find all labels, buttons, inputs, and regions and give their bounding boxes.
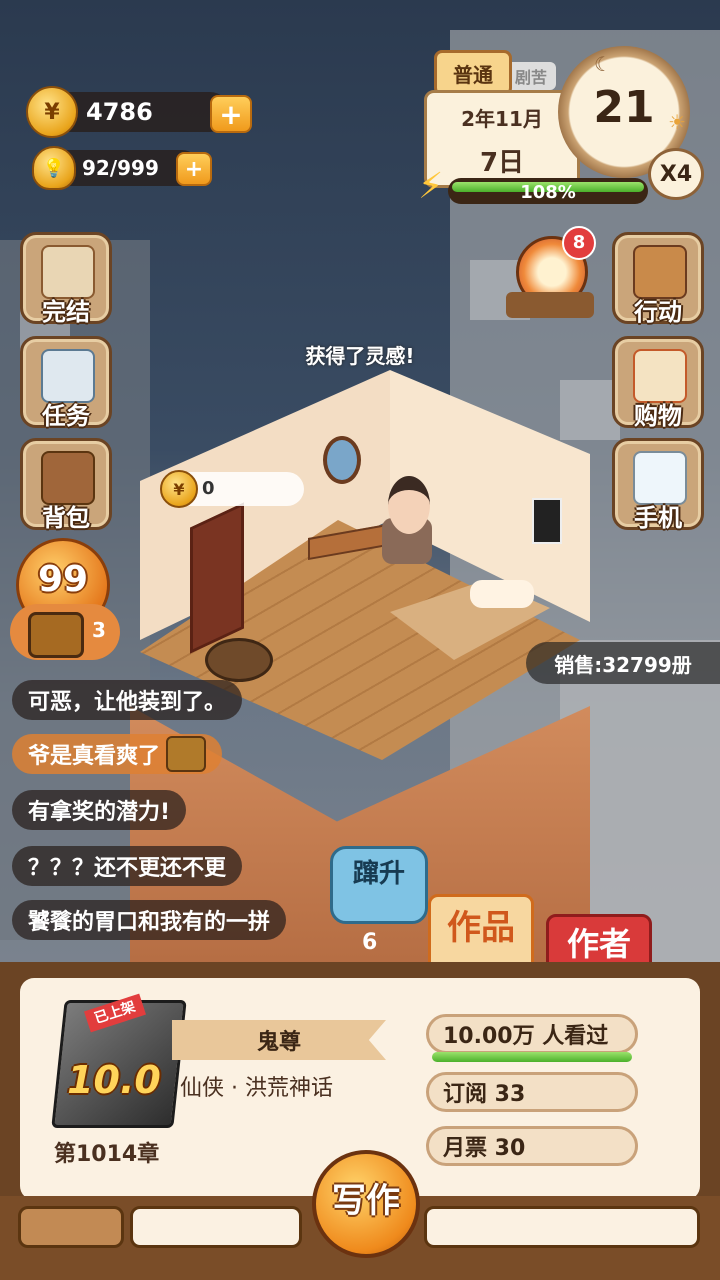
bottom-slot-center[interactable] [130, 1206, 302, 1248]
prize-wheel-button[interactable]: 8 [506, 226, 596, 322]
menu-action-button[interactable]: 行动 [612, 232, 704, 326]
menu-phone-button[interactable]: 手机 [612, 438, 704, 532]
write-button[interactable]: 写作 [312, 1150, 420, 1258]
bottom-slot-right[interactable] [424, 1206, 700, 1248]
add-inspiration-button[interactable]: + [176, 152, 212, 186]
difficulty-tab-hard[interactable]: 剧苦 [506, 62, 556, 90]
wheel-stand [506, 292, 594, 318]
boost-button[interactable]: 蹿升 [330, 846, 428, 924]
menu-label: 任务 [42, 402, 90, 430]
sales-counter: 销售:32799册 [526, 642, 720, 684]
wheel-badge: 8 [562, 226, 596, 260]
room-pillow [470, 580, 534, 608]
lightbulb-icon: 💡 [32, 146, 76, 190]
phone-icon [633, 451, 687, 505]
date-card: 2年11月 7日 [424, 90, 580, 188]
coin-icon: ¥ [26, 86, 78, 138]
readers-stat: 10.00万 人看过 [426, 1014, 638, 1054]
subscriptions-stat: 订阅 33 [426, 1072, 638, 1112]
menu-label: 完结 [42, 298, 90, 326]
backpack-icon [41, 451, 95, 505]
bottom-slot-left[interactable] [18, 1206, 124, 1248]
coin-bubble[interactable]: ¥ 0 [160, 470, 304, 508]
day: 7日 [479, 148, 525, 178]
speed-button[interactable]: X4 [648, 148, 704, 200]
menu-shop-button[interactable]: 购物 [612, 336, 704, 430]
monthly-tickets-stat: 月票 30 [426, 1126, 638, 1166]
menu-label: 购物 [634, 402, 682, 430]
promo-value: 99 [37, 559, 89, 600]
menu-tasks-button[interactable]: 任务 [20, 336, 112, 430]
coin-icon: ¥ [160, 470, 198, 508]
book-genre: 仙侠 · 洪荒神话 [180, 1076, 333, 1101]
sun-icon: ☀ [668, 110, 686, 134]
menu-label: 背包 [42, 504, 90, 532]
reader-comment: ？？？还不更还不更 [12, 846, 243, 886]
boost-count: 6 [362, 930, 378, 955]
book-icon [41, 245, 95, 299]
room-door [190, 502, 244, 654]
shop-icon [633, 349, 687, 403]
door-icon [633, 245, 687, 299]
building-window [560, 380, 620, 440]
treasure-chest-icon [28, 612, 84, 658]
reader-comment: 可恶，让他装到了。 [12, 680, 243, 720]
menu-backpack-button[interactable]: 背包 [20, 438, 112, 532]
add-coins-button[interactable]: + [210, 95, 252, 133]
clipboard-icon [41, 349, 95, 403]
lightning-icon[interactable]: ⚡ [418, 166, 443, 207]
chapter-label: 第1014章 [54, 1142, 160, 1167]
energy-percent: 108% [520, 182, 576, 203]
book-title: 鬼尊 [172, 1020, 386, 1060]
energy-bar: 108% [448, 178, 648, 204]
reader-comment: 有拿奖的潜力! [12, 790, 187, 830]
year-month: 2年11月 [461, 107, 543, 131]
menu-label: 手机 [634, 504, 682, 532]
menu-finish-button[interactable]: 完结 [20, 232, 112, 326]
tab-works[interactable]: 作品 [428, 894, 534, 970]
inspiration-text: 获得了灵感! [305, 344, 415, 368]
coin-bubble-value: 0 [202, 478, 215, 499]
character-head[interactable] [388, 476, 430, 534]
coin-value: 4786 [86, 98, 153, 126]
menu-label: 行动 [634, 298, 682, 326]
chest-button[interactable]: 3 [10, 604, 120, 660]
wall-poster [532, 498, 562, 544]
inspiration-value: 92/999 [82, 156, 159, 180]
book-score: 10.0 [67, 1058, 161, 1102]
readers-progress [432, 1052, 632, 1062]
chest-count: 3 [92, 618, 106, 642]
reader-comment-highlight: 爷是真看爽了 [12, 734, 223, 774]
reader-comment: 饕餮的胃口和我有的一拼 [12, 900, 287, 940]
treasure-chest-icon [166, 736, 207, 772]
room-window [323, 436, 361, 484]
room-rug [205, 638, 273, 682]
moon-icon: ☾ [594, 52, 612, 76]
